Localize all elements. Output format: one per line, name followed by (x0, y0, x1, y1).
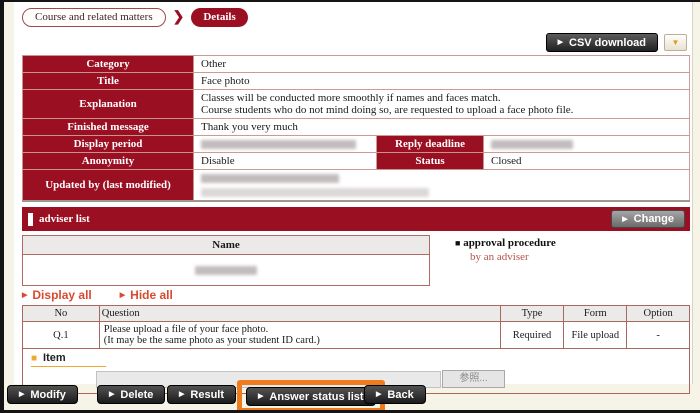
play-icon: ▶ (622, 216, 627, 223)
question-option: - (627, 322, 690, 349)
question-text: Please upload a file of your face photo.… (99, 322, 500, 349)
square-bullet-icon: ■ (455, 238, 460, 248)
row-label: Updated by (last modified) (23, 170, 194, 202)
row-label: Reply deadline (377, 136, 484, 153)
play-icon: ▶ (179, 391, 184, 398)
row-label: Display period (23, 136, 194, 153)
row-value: Classes will be conducted more smoothly … (194, 90, 690, 119)
approval-procedure-label: approval procedure (463, 237, 556, 249)
row-label: Anonymity (23, 153, 194, 170)
play-icon: ▶ (19, 391, 24, 398)
row-value: Disable (194, 153, 377, 170)
page-frame: Course and related matters ❯ Details ▶ C… (0, 0, 700, 413)
table-row: Finished message Thank you very much (23, 119, 690, 136)
row-value-redacted (484, 136, 690, 153)
answer-status-highlight-box: ▶ Answer status list (237, 380, 385, 413)
row-value-redacted (194, 170, 690, 202)
browse-button[interactable]: 参照... (442, 370, 505, 388)
csv-download-label: CSV download (569, 37, 646, 49)
column-header-question: Question (99, 306, 500, 322)
question-type: Required (500, 322, 564, 349)
content-panel: Course and related matters ❯ Details ▶ C… (14, 2, 693, 384)
display-all-label: Display all (32, 288, 91, 302)
play-icon: ▶ (120, 292, 125, 299)
row-value: Other (194, 56, 690, 73)
adviser-list-title: adviser list (39, 213, 90, 225)
row-label: Explanation (23, 90, 194, 119)
table-row (23, 255, 430, 286)
table-header-row: Name (23, 236, 430, 255)
csv-download-button[interactable]: ▶ CSV download (546, 33, 658, 52)
play-icon: ▶ (376, 391, 381, 398)
approval-by-adviser: by an adviser (470, 251, 556, 263)
change-button[interactable]: ▶ Change (611, 210, 685, 228)
breadcrumb: Course and related matters ❯ Details (22, 8, 248, 27)
table-row: Explanation Classes will be conducted mo… (23, 90, 690, 119)
delete-button[interactable]: ▶ Delete (97, 385, 165, 404)
column-header-option: Option (627, 306, 690, 322)
table-row: Updated by (last modified) (23, 170, 690, 202)
table-row: Category Other (23, 56, 690, 73)
column-header-no: No (23, 306, 100, 322)
answer-status-list-label: Answer status list (269, 391, 363, 403)
approval-procedure-title: ■ approval procedure (455, 237, 556, 249)
name-column-header: Name (23, 236, 430, 255)
play-icon: ▶ (22, 292, 27, 299)
row-value-redacted (194, 136, 377, 153)
explanation-line-1: Classes will be conducted more smoothly … (201, 92, 682, 104)
row-value: Face photo (194, 73, 690, 90)
play-icon: ▶ (258, 393, 263, 400)
table-row: Display period Reply deadline (23, 136, 690, 153)
result-label: Result (190, 389, 224, 401)
hide-all-label: Hide all (130, 288, 173, 302)
section-flag-icon (28, 213, 33, 226)
item-label: Item (43, 352, 66, 364)
adviser-name-table: Name (22, 235, 430, 286)
question-number: Q.1 (23, 322, 100, 349)
result-button[interactable]: ▶ Result (167, 385, 236, 404)
question-form: File upload (564, 322, 627, 349)
row-label: Status (377, 153, 484, 170)
row-label: Finished message (23, 119, 194, 136)
csv-dropdown-button[interactable]: ▼ (664, 34, 687, 51)
row-value: Closed (484, 153, 690, 170)
details-table: Category Other Title Face photo Explanat… (22, 55, 690, 202)
play-icon: ▶ (558, 39, 563, 46)
delete-label: Delete (120, 389, 153, 401)
column-header-type: Type (500, 306, 564, 322)
hide-all-link[interactable]: ▶ Hide all (120, 288, 173, 302)
question-line-1: Please upload a file of your face photo. (104, 324, 496, 335)
item-square-icon: ■ (31, 353, 37, 364)
display-all-link[interactable]: ▶ Display all (22, 288, 92, 302)
adviser-name-redacted (23, 255, 430, 286)
row-value: Thank you very much (194, 119, 690, 136)
table-row: Anonymity Disable Status Closed (23, 153, 690, 170)
answer-status-list-button[interactable]: ▶ Answer status list (246, 387, 376, 406)
modify-button[interactable]: ▶ Modify (7, 385, 78, 404)
explanation-line-2: Course students who do not mind doing so… (201, 104, 682, 116)
chevron-right-icon: ❯ (173, 11, 185, 25)
approval-procedure: ■ approval procedure by an adviser (455, 237, 556, 263)
play-icon: ▶ (109, 391, 114, 398)
row-label: Category (23, 56, 194, 73)
chevron-down-icon: ▼ (672, 38, 680, 47)
back-button[interactable]: ▶ Back (364, 385, 426, 404)
question-line-2: (It may be the same photo as your studen… (104, 335, 496, 346)
modify-label: Modify (30, 389, 65, 401)
change-label: Change (634, 213, 674, 225)
table-header-row: No Question Type Form Option (23, 306, 690, 322)
column-header-form: Form (564, 306, 627, 322)
breadcrumb-details: Details (191, 8, 247, 27)
row-label: Title (23, 73, 194, 90)
item-header: ■ Item (23, 349, 689, 367)
back-label: Back (387, 389, 413, 401)
table-row: Title Face photo (23, 73, 690, 90)
adviser-list-header: adviser list ▶ Change (22, 207, 690, 231)
question-row: Q.1 Please upload a file of your face ph… (23, 322, 690, 349)
breadcrumb-course-matters[interactable]: Course and related matters (22, 8, 166, 27)
csv-toolbar: ▶ CSV download ▼ (546, 33, 687, 52)
expand-links: ▶ Display all ▶ Hide all (22, 288, 173, 302)
